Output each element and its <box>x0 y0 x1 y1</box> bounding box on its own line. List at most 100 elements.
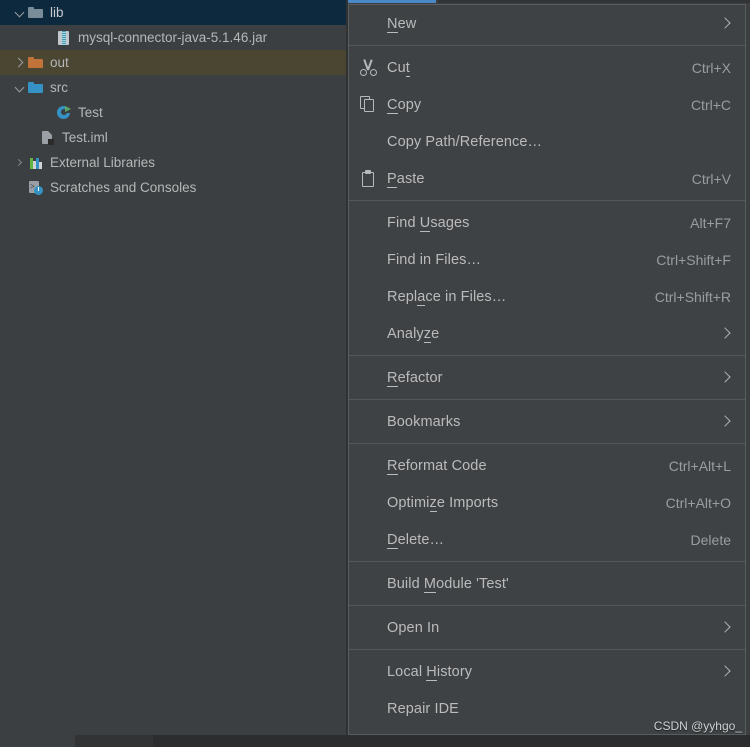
submenu-chevron-right-icon <box>717 315 731 352</box>
menu-item-shortcut: Ctrl+V <box>691 170 731 187</box>
menu-icon-placeholder <box>349 653 387 690</box>
tree-item-label: out <box>50 55 69 70</box>
menu-item-label: Bookmarks <box>387 413 461 430</box>
tree-item-out[interactable]: out <box>0 50 348 75</box>
menu-separator <box>349 399 745 400</box>
menu-icon-placeholder <box>349 241 387 278</box>
menu-item-shortcut: Alt+F7 <box>690 214 731 231</box>
copy-icon <box>349 86 387 123</box>
folder-blue-gray-icon <box>28 5 44 21</box>
menu-separator <box>349 605 745 606</box>
menu-item-find-usages[interactable]: Find Usages Alt+F7 <box>349 204 745 241</box>
paste-icon <box>349 160 387 197</box>
menu-item-label: Local History <box>387 663 473 681</box>
menu-item-shortcut: Ctrl+Shift+R <box>654 288 731 305</box>
menu-item-copy[interactable]: Copy Ctrl+C <box>349 86 745 123</box>
menu-item-label: Find Usages <box>387 214 470 232</box>
menu-separator <box>349 355 745 356</box>
menu-item-label: Copy <box>387 96 422 114</box>
toolbar-strip <box>438 0 750 3</box>
tree-item-label: lib <box>50 5 64 20</box>
menu-item-label: Delete… <box>387 531 445 549</box>
tree-item-label: External Libraries <box>50 155 156 170</box>
tree-item-scratches-and-consoles[interactable]: > Scratches and Consoles <box>0 175 348 200</box>
menu-item-shortcut: Ctrl+Alt+L <box>668 457 731 474</box>
menu-item-new[interactable]: New <box>349 5 745 42</box>
menu-item-label: Copy Path/Reference… <box>387 133 543 150</box>
menu-item-build-module-test[interactable]: Build Module 'Test' <box>349 565 745 602</box>
menu-separator <box>349 561 745 562</box>
module-file-icon <box>40 130 56 146</box>
menu-item-open-in[interactable]: Open In <box>349 609 745 646</box>
menu-icon-placeholder <box>349 204 387 241</box>
menu-item-label: Analyze <box>387 325 440 343</box>
tree-item-mysql-connector-java-5-1-46-jar[interactable]: mysql-connector-java-5.1.46.jar <box>0 25 348 50</box>
menu-item-label: Reformat Code <box>387 457 487 475</box>
context-menu[interactable]: New Cut Ctrl+X Copy Ctrl+C Copy Path/Referenc… <box>348 4 746 735</box>
menu-item-paste[interactable]: Paste Ctrl+V <box>349 160 745 197</box>
menu-item-replace-in-files[interactable]: Replace in Files… Ctrl+Shift+R <box>349 278 745 315</box>
menu-icon-placeholder <box>349 315 387 352</box>
tree-item-label: Test <box>78 105 103 120</box>
chevron-down-icon[interactable] <box>12 5 28 21</box>
folder-blue-icon <box>28 80 44 96</box>
submenu-chevron-right-icon <box>717 5 731 42</box>
submenu-chevron-right-icon <box>717 359 731 396</box>
menu-icon-placeholder <box>349 609 387 646</box>
menu-item-analyze[interactable]: Analyze <box>349 315 745 352</box>
menu-item-shortcut: Ctrl+C <box>690 96 731 113</box>
external-libraries-icon <box>28 155 44 171</box>
menu-item-shortcut: Ctrl+Alt+O <box>665 494 731 511</box>
tree-item-label: mysql-connector-java-5.1.46.jar <box>78 30 268 45</box>
tree-item-test-iml[interactable]: Test.iml <box>0 125 348 150</box>
menu-item-label: Optimize Imports <box>387 494 499 512</box>
tree-item-external-libraries[interactable]: External Libraries <box>0 150 348 175</box>
menu-separator <box>349 45 745 46</box>
menu-separator <box>349 200 745 201</box>
status-bar-mid <box>75 735 153 747</box>
menu-item-label: Replace in Files… <box>387 288 507 306</box>
menu-item-bookmarks[interactable]: Bookmarks <box>349 403 745 440</box>
tab-underline-strip <box>348 0 436 3</box>
scratches-icon: > <box>28 180 44 196</box>
menu-separator <box>349 649 745 650</box>
menu-item-refactor[interactable]: Refactor <box>349 359 745 396</box>
menu-item-label: Cut <box>387 59 410 77</box>
submenu-chevron-right-icon <box>717 609 731 646</box>
menu-icon-placeholder <box>349 484 387 521</box>
menu-icon-placeholder <box>349 278 387 315</box>
menu-item-label: New <box>387 15 417 33</box>
menu-item-shortcut: Ctrl+Shift+F <box>656 251 731 268</box>
menu-item-label: Repair IDE <box>387 700 459 717</box>
menu-item-cut[interactable]: Cut Ctrl+X <box>349 49 745 86</box>
menu-item-label: Refactor <box>387 369 443 387</box>
tree-item-src[interactable]: src <box>0 75 348 100</box>
menu-item-optimize-imports[interactable]: Optimize Imports Ctrl+Alt+O <box>349 484 745 521</box>
menu-icon-placeholder <box>349 447 387 484</box>
menu-item-reformat-code[interactable]: Reformat Code Ctrl+Alt+L <box>349 447 745 484</box>
menu-item-delete[interactable]: Delete… Delete <box>349 521 745 558</box>
chevron-right-icon[interactable] <box>12 155 28 171</box>
project-tree-panel[interactable]: lib mysql-connector-java-5.1.46.jar out src… <box>0 0 348 747</box>
menu-icon-placeholder <box>349 565 387 602</box>
menu-item-label: Find in Files… <box>387 251 482 268</box>
menu-icon-placeholder <box>349 359 387 396</box>
chevron-right-icon[interactable] <box>12 55 28 71</box>
folder-orange-icon <box>28 55 44 71</box>
tree-item-lib[interactable]: lib <box>0 0 348 25</box>
cut-icon <box>349 49 387 86</box>
csdn-watermark: CSDN @yyhgo_ <box>653 719 742 733</box>
menu-icon-placeholder <box>349 690 387 727</box>
menu-item-copy-path-reference[interactable]: Copy Path/Reference… <box>349 123 745 160</box>
menu-separator <box>349 443 745 444</box>
menu-item-label: Paste <box>387 170 425 188</box>
tree-item-test[interactable]: Test <box>0 100 348 125</box>
java-class-run-icon <box>56 105 72 121</box>
jar-icon <box>56 30 72 46</box>
menu-item-find-in-files[interactable]: Find in Files… Ctrl+Shift+F <box>349 241 745 278</box>
chevron-down-icon[interactable] <box>12 80 28 96</box>
menu-item-shortcut: Ctrl+X <box>691 59 731 76</box>
menu-item-local-history[interactable]: Local History <box>349 653 745 690</box>
tree-item-label: src <box>50 80 68 95</box>
menu-icon-placeholder <box>349 403 387 440</box>
